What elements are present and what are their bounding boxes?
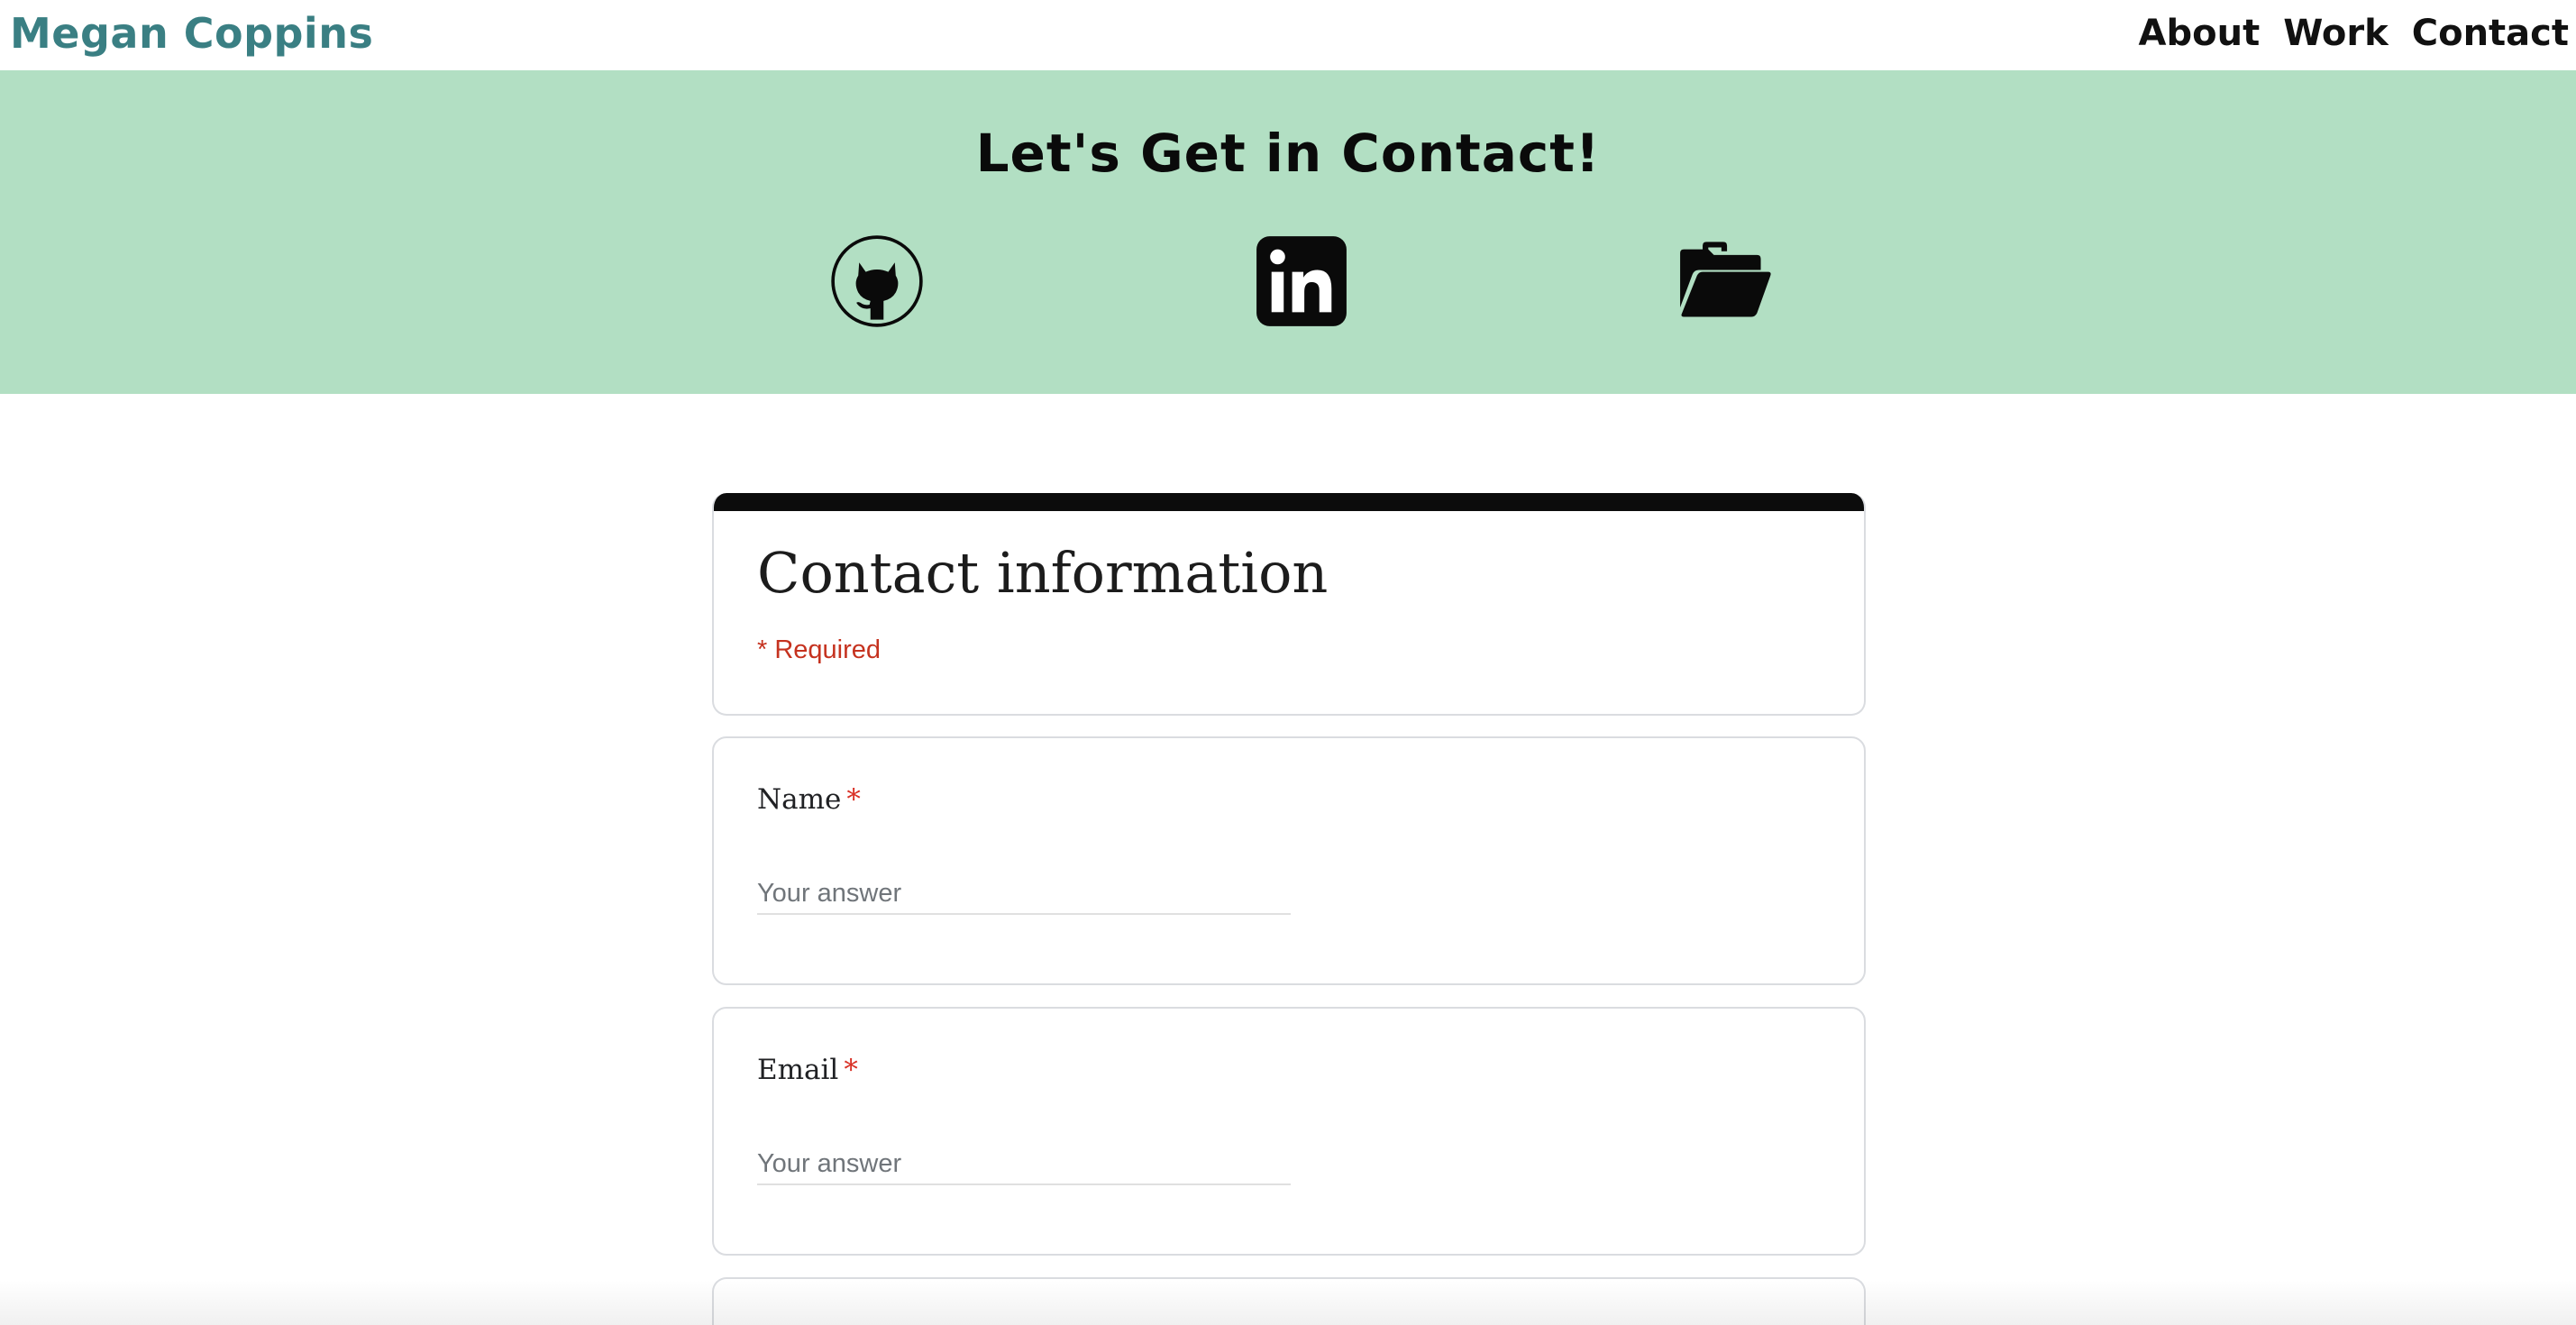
- github-link[interactable]: [830, 234, 924, 328]
- github-icon: [831, 235, 923, 327]
- email-label: Email *: [757, 1054, 858, 1086]
- nav-link-contact[interactable]: Contact: [2412, 13, 2569, 54]
- site-brand-link[interactable]: Megan Coppins: [10, 9, 373, 58]
- portfolio-link[interactable]: [1678, 234, 1772, 328]
- form-title: Contact information: [757, 540, 1329, 606]
- nav-link-work[interactable]: Work: [2283, 13, 2389, 54]
- form-header-card: Contact information * Required: [712, 493, 1866, 716]
- required-asterisk: *: [846, 783, 861, 816]
- name-input[interactable]: [757, 873, 1291, 915]
- question-card-email: Email *: [712, 1007, 1866, 1256]
- name-label: Name *: [757, 783, 861, 816]
- email-label-text: Email: [757, 1054, 839, 1086]
- required-note: * Required: [757, 635, 882, 664]
- required-asterisk: *: [844, 1054, 858, 1086]
- nav-link-about[interactable]: About: [2139, 13, 2261, 54]
- question-card-name: Name *: [712, 736, 1866, 985]
- question-card-next: [712, 1277, 1866, 1325]
- linkedin-icon: [1256, 236, 1347, 326]
- top-navigation-bar: Megan Coppins About Work Contact: [0, 0, 2576, 70]
- hero-title: Let's Get in Contact!: [975, 123, 1601, 184]
- contact-hero: Let's Get in Contact!: [0, 70, 2576, 394]
- name-label-text: Name: [757, 783, 842, 816]
- email-input[interactable]: [757, 1144, 1291, 1185]
- main-nav: About Work Contact: [2139, 13, 2569, 54]
- linkedin-link[interactable]: [1255, 234, 1348, 328]
- folder-open-icon: [1680, 242, 1771, 317]
- form-accent-stripe: [714, 493, 1864, 511]
